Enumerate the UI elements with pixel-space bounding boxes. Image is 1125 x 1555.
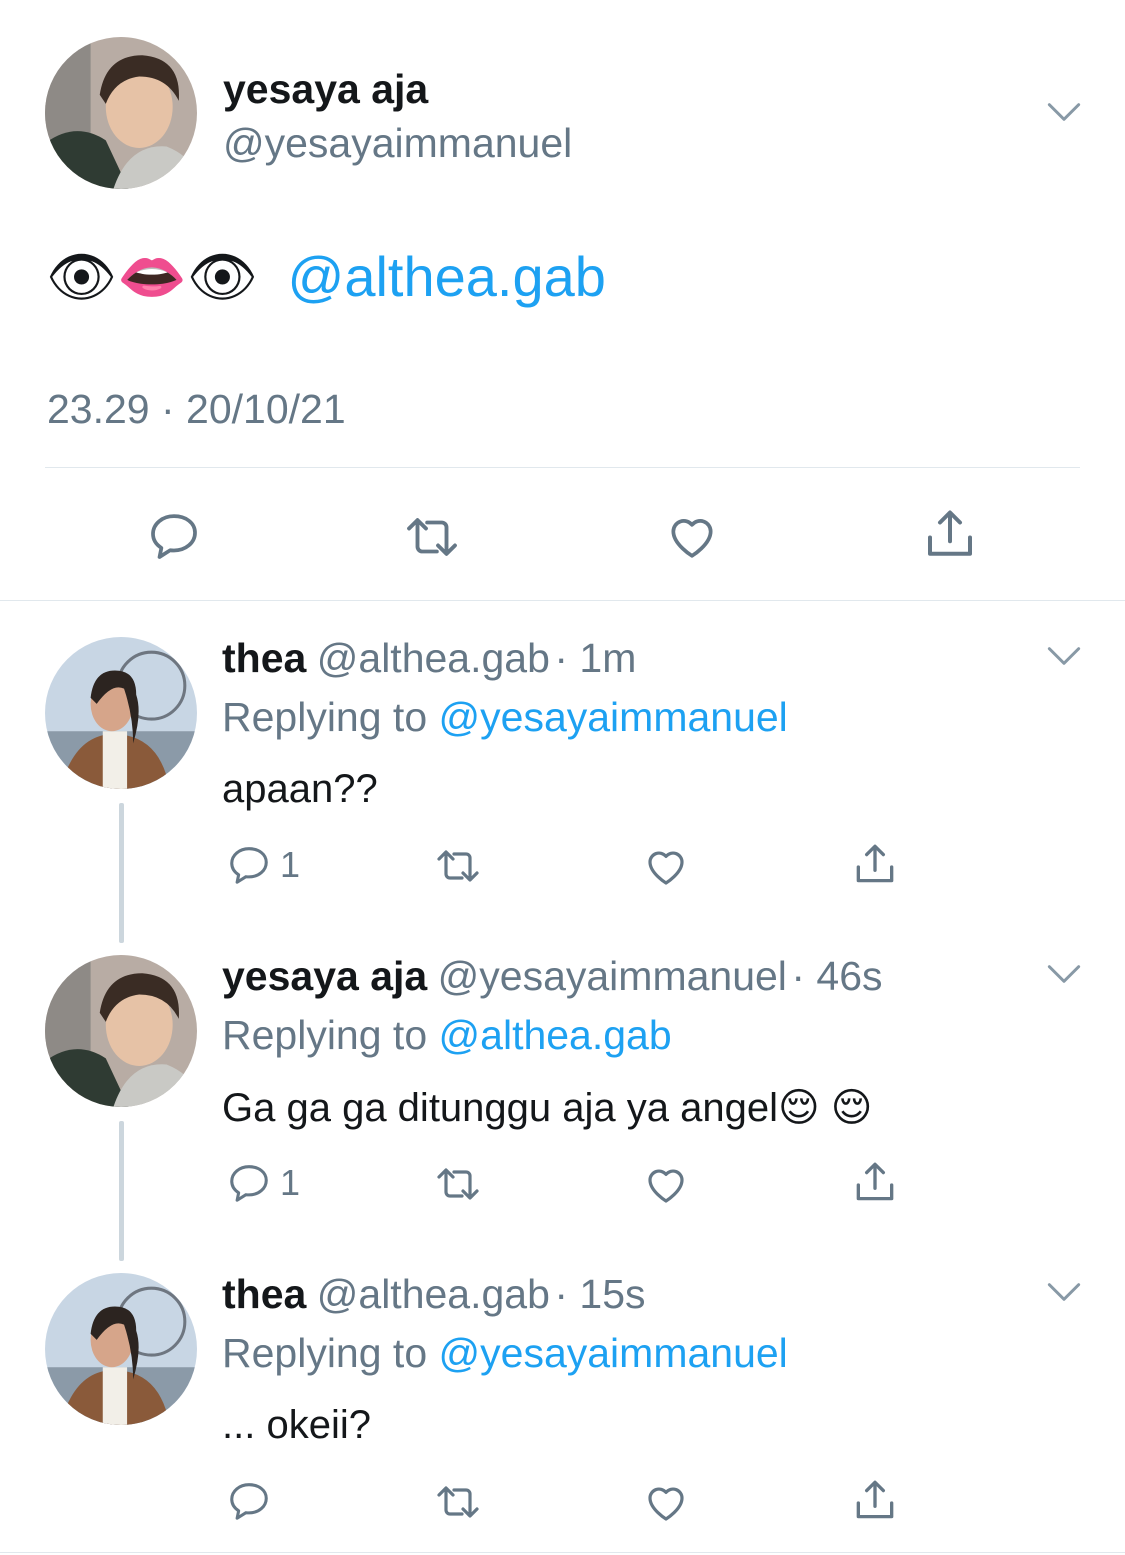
avatar[interactable]: [45, 37, 197, 189]
reply-time[interactable]: · 1m: [554, 635, 636, 681]
share-icon: [850, 840, 900, 890]
reply-header: thea @althea.gab · 15s: [222, 1271, 646, 1318]
display-name[interactable]: thea: [222, 1271, 306, 1317]
mention-link[interactable]: @althea.gab: [439, 1012, 672, 1058]
divider: [0, 1552, 1125, 1553]
replying-to: Replying to @althea.gab: [222, 1012, 672, 1059]
like-button[interactable]: [642, 1160, 690, 1208]
retweet-button[interactable]: [434, 1160, 482, 1208]
reply-count: 1: [280, 1162, 301, 1203]
reply-icon: [226, 1160, 272, 1206]
replying-to: Replying to @yesayaimmanuel: [222, 1330, 788, 1377]
display-name[interactable]: yesaya aja: [222, 953, 427, 999]
share-button[interactable]: [850, 840, 900, 890]
user-handle[interactable]: @althea.gab: [317, 1271, 550, 1317]
replying-to-label: Replying to: [222, 1012, 428, 1058]
retweet-icon: [434, 1478, 482, 1526]
display-name[interactable]: thea: [222, 635, 306, 681]
like-button[interactable]: [642, 842, 690, 890]
divider: [45, 467, 1080, 468]
reply-count: 1: [280, 844, 301, 885]
reply-text: Ga ga ga ditunggu aja ya angel😌 😌: [222, 1086, 873, 1130]
share-icon: [850, 1158, 900, 1208]
reply-time[interactable]: · 46s: [791, 953, 882, 999]
retweet-icon: [434, 1160, 482, 1208]
share-button[interactable]: [850, 1158, 900, 1208]
user-handle[interactable]: @althea.gab: [317, 635, 550, 681]
reply-header: thea @althea.gab · 1m: [222, 635, 636, 682]
reply-button[interactable]: 1: [226, 1160, 300, 1206]
reply-icon: [226, 1478, 272, 1524]
retweet-button[interactable]: [403, 508, 461, 566]
chevron-down-icon[interactable]: [1042, 90, 1086, 134]
tweet-timestamp[interactable]: 23.29 · 20/10/21: [47, 386, 346, 433]
divider: [0, 600, 1125, 601]
reply-header: yesaya aja @yesayaimmanuel · 46s: [222, 953, 883, 1000]
reply-text: ... okeii?: [222, 1403, 371, 1447]
like-icon: [642, 1478, 690, 1526]
replying-to-label: Replying to: [222, 694, 428, 740]
reply-button[interactable]: [226, 1478, 272, 1524]
like-button[interactable]: [664, 508, 720, 564]
reply-icon: [146, 508, 202, 564]
like-icon: [642, 1160, 690, 1208]
avatar[interactable]: [45, 637, 197, 789]
user-handle[interactable]: @yesayaimmanuel: [223, 120, 572, 167]
reply-icon: [226, 842, 272, 888]
mention-link[interactable]: @yesayaimmanuel: [439, 694, 788, 740]
tweet-text: 👁👄👁 @althea.gab: [46, 244, 606, 310]
share-button[interactable]: [920, 505, 980, 565]
emoji-text: 👁👄👁: [46, 245, 258, 308]
reply-text: apaan??: [222, 767, 378, 811]
chevron-down-icon[interactable]: [1042, 1270, 1086, 1314]
like-icon: [642, 842, 690, 890]
replying-to-label: Replying to: [222, 1330, 428, 1376]
like-icon: [664, 508, 720, 564]
reply-button[interactable]: [146, 508, 202, 564]
thread-line: [119, 803, 124, 943]
retweet-icon: [434, 842, 482, 890]
chevron-down-icon[interactable]: [1042, 634, 1086, 678]
thread-line: [119, 1121, 124, 1261]
avatar[interactable]: [45, 1273, 197, 1425]
avatar[interactable]: [45, 955, 197, 1107]
reply-button[interactable]: 1: [226, 842, 300, 888]
mention-link[interactable]: @althea.gab: [287, 245, 605, 308]
retweet-button[interactable]: [434, 842, 482, 890]
like-button[interactable]: [642, 1478, 690, 1526]
share-icon: [850, 1476, 900, 1526]
mention-link[interactable]: @yesayaimmanuel: [439, 1330, 788, 1376]
display-name[interactable]: yesaya aja: [223, 66, 428, 113]
reply-time[interactable]: · 15s: [554, 1271, 645, 1317]
retweet-icon: [403, 508, 461, 566]
chevron-down-icon[interactable]: [1042, 952, 1086, 996]
replying-to: Replying to @yesayaimmanuel: [222, 694, 788, 741]
share-button[interactable]: [850, 1476, 900, 1526]
retweet-button[interactable]: [434, 1478, 482, 1526]
share-icon: [920, 505, 980, 565]
user-handle[interactable]: @yesayaimmanuel: [438, 953, 787, 999]
